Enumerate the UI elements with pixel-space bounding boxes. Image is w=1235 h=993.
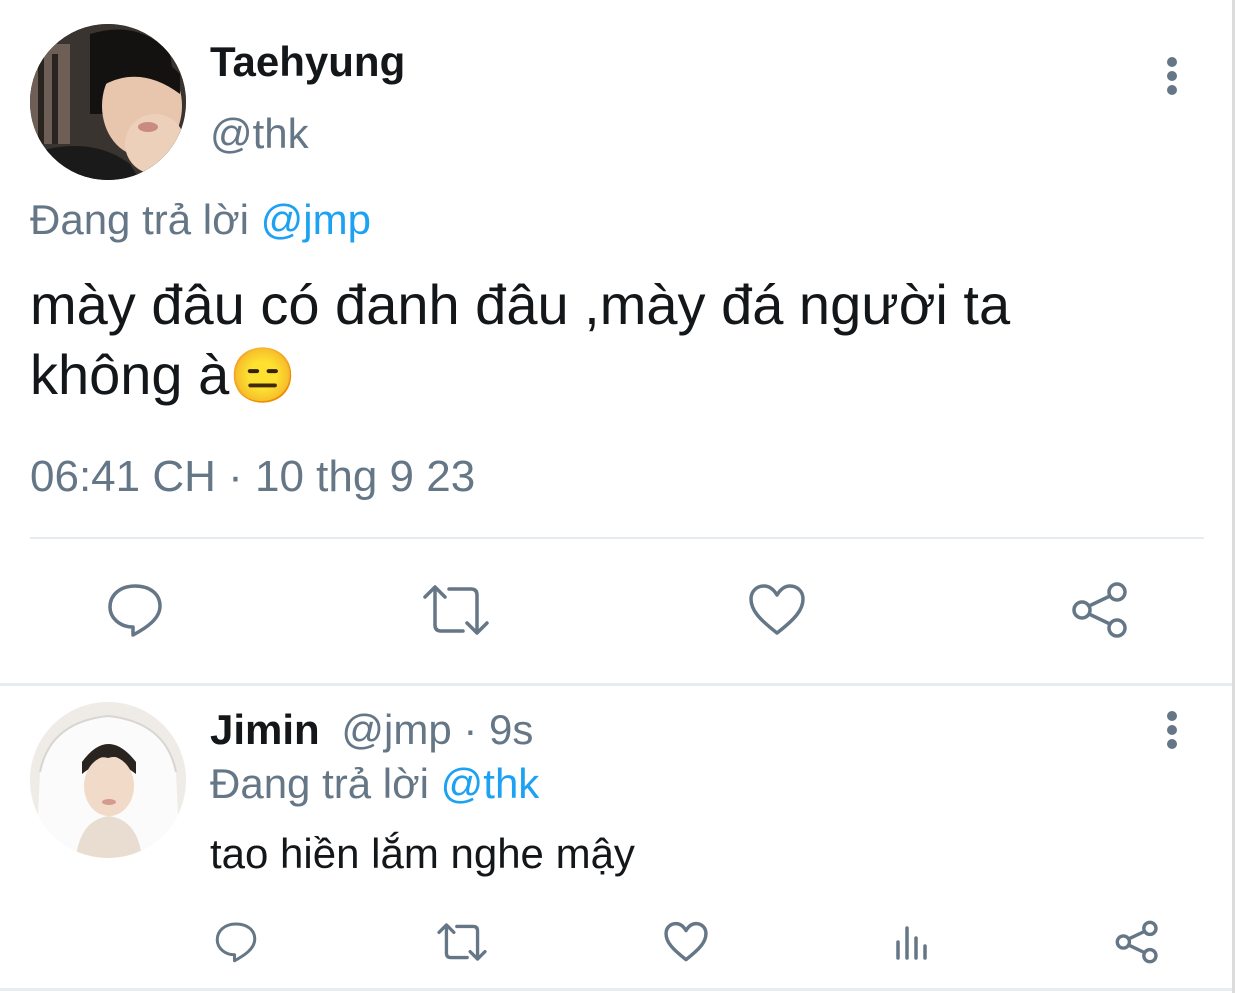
avatar[interactable] xyxy=(30,24,186,180)
reply-button[interactable] xyxy=(100,578,170,642)
more-vertical-icon xyxy=(1167,57,1177,95)
like-button[interactable] xyxy=(658,916,714,968)
retweet-icon xyxy=(423,585,489,635)
replying-to-link[interactable]: @thk xyxy=(441,760,540,807)
time-ago[interactable]: · 9s xyxy=(463,706,533,753)
more-options-button[interactable] xyxy=(1150,706,1194,754)
like-icon xyxy=(749,584,805,635)
avatar[interactable] xyxy=(30,702,186,858)
divider xyxy=(30,537,1204,539)
avatar-taehyung-icon xyxy=(30,24,186,180)
share-icon xyxy=(1072,582,1127,638)
analytics-button[interactable] xyxy=(884,916,940,968)
tweet-text: mày đâu có đanh đâu ,mày đá người ta khô… xyxy=(30,270,1150,411)
tweet-body: mày đâu có đanh đâu ,mày đá người ta khô… xyxy=(30,273,1011,406)
reply-icon xyxy=(108,584,162,637)
like-icon xyxy=(664,921,708,962)
replying-prefix: Đang trả lời xyxy=(30,196,249,243)
retweet-button[interactable] xyxy=(420,578,492,642)
handle[interactable]: @jmp xyxy=(341,706,451,753)
tweet-body: tao hiền lắm nghe mậy xyxy=(210,830,635,877)
display-name[interactable]: Taehyung xyxy=(210,38,405,86)
bottom-divider xyxy=(0,988,1235,991)
more-options-button[interactable] xyxy=(1150,52,1194,100)
handle[interactable]: @thk xyxy=(210,110,309,158)
reply-icon xyxy=(215,922,257,963)
analytics-icon xyxy=(896,926,927,960)
expressionless-emoji: 😑 xyxy=(229,346,297,406)
replying-to: Đang trả lời @thk xyxy=(210,760,539,808)
retweet-icon xyxy=(437,923,487,961)
more-vertical-icon xyxy=(1167,711,1177,749)
timestamp[interactable]: 06:41 CH · 10 thg 9 23 xyxy=(30,452,475,502)
reply-header: Jimin @jmp · 9s xyxy=(210,706,533,754)
replying-to-link[interactable]: @jmp xyxy=(261,196,371,243)
like-button[interactable] xyxy=(742,578,812,642)
share-button[interactable] xyxy=(1064,576,1136,644)
replying-to: Đang trả lời @jmp xyxy=(30,196,371,244)
replying-prefix: Đang trả lời xyxy=(210,760,429,807)
display-name[interactable]: Jimin xyxy=(210,706,320,753)
share-icon xyxy=(1115,920,1158,964)
reply-button[interactable] xyxy=(208,916,264,968)
share-button[interactable] xyxy=(1108,914,1166,970)
avatar-jimin-icon xyxy=(30,702,186,858)
section-divider xyxy=(0,683,1235,686)
retweet-button[interactable] xyxy=(432,916,492,968)
